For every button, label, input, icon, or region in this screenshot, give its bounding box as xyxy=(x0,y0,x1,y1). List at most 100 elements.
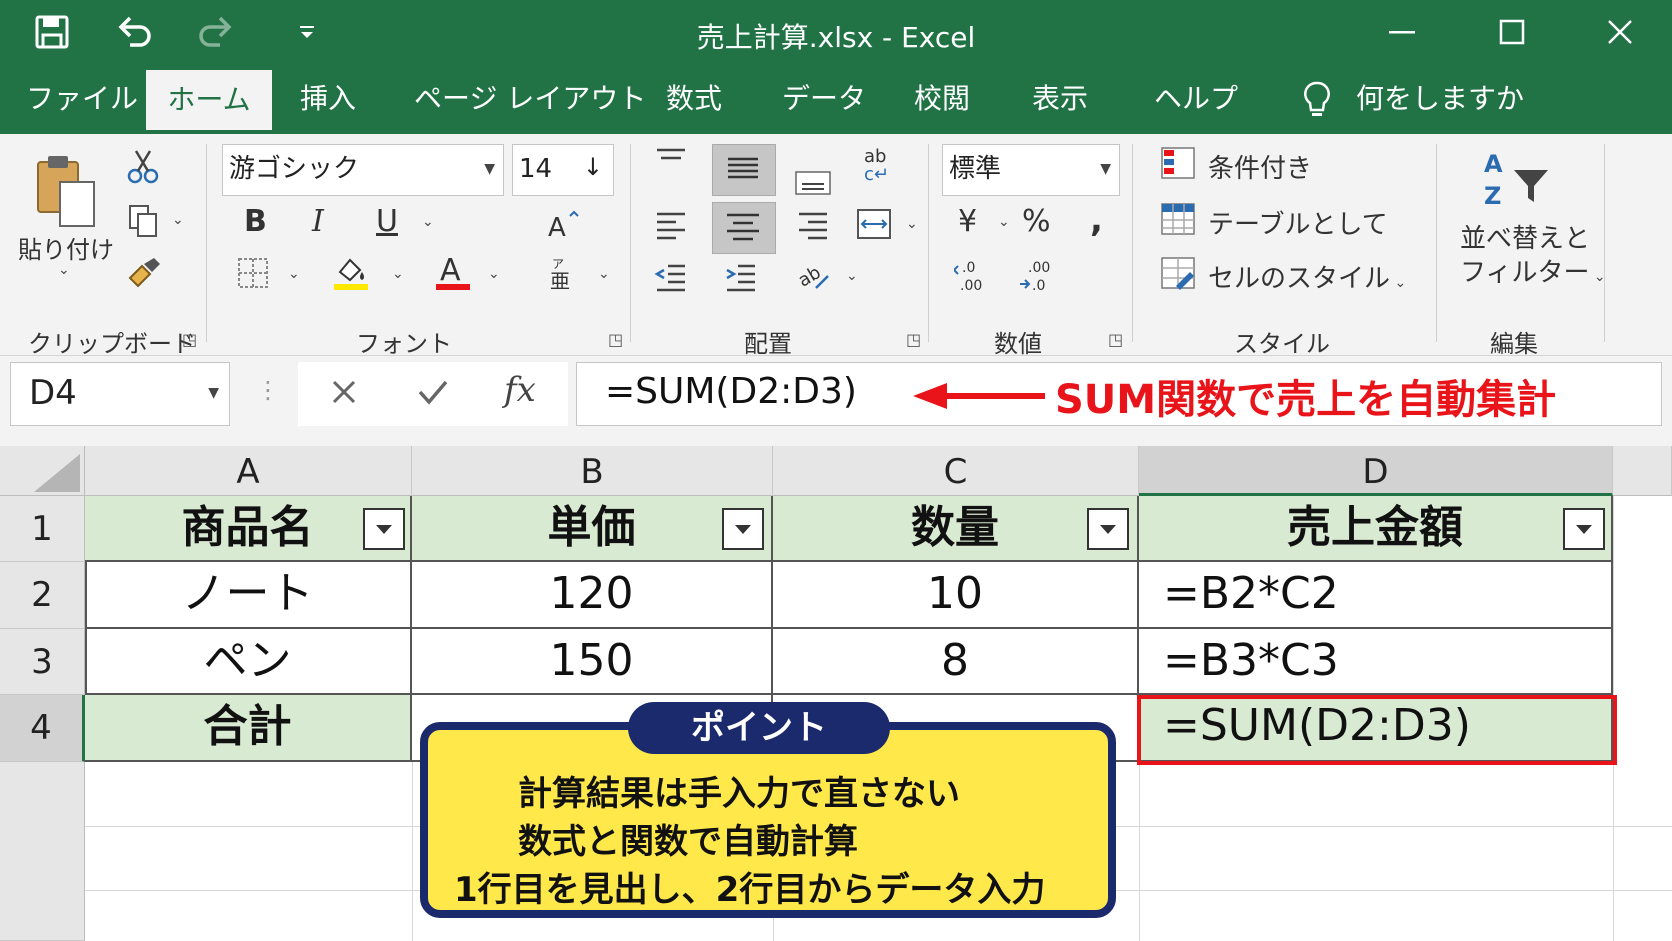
tab-review[interactable]: 校閲 xyxy=(914,64,970,134)
fill-color-icon[interactable] xyxy=(332,254,370,296)
header-cell-price[interactable]: 単価 xyxy=(412,496,773,562)
conditional-formatting-button[interactable]: 条件付き xyxy=(1208,148,1312,185)
header-cell-quantity[interactable]: 数量 xyxy=(773,496,1139,562)
header-cell-product[interactable]: 商品名 xyxy=(85,496,412,562)
name-box[interactable]: D4 ▼ xyxy=(10,362,230,426)
row-header-4[interactable]: 4 xyxy=(0,695,85,762)
insert-function-icon[interactable]: fx xyxy=(504,370,536,410)
tab-data[interactable]: データ xyxy=(782,64,866,134)
row-header-2[interactable]: 2 xyxy=(0,562,85,629)
font-size-dropdown[interactable]: 14 ↓ xyxy=(512,144,614,196)
tab-file[interactable]: ファイル xyxy=(26,64,138,134)
sort-filter-label-1[interactable]: 並べ替えと xyxy=(1460,218,1590,255)
italic-button[interactable]: I xyxy=(312,204,324,239)
row-header-1[interactable]: 1 xyxy=(0,496,85,562)
chevron-down-icon[interactable]: ⌄ xyxy=(488,266,500,282)
dialog-launcher-icon[interactable]: ◳ xyxy=(182,330,197,349)
cell-d3[interactable]: =B3*C3 xyxy=(1139,629,1613,695)
cell-a4[interactable]: 合計 xyxy=(85,695,412,762)
chevron-down-icon[interactable]: ⌄ xyxy=(422,214,434,230)
tab-insert[interactable]: 挿入 xyxy=(300,64,356,134)
column-header-e[interactable] xyxy=(1613,446,1672,496)
column-header-a[interactable]: A xyxy=(85,446,412,496)
column-header-c[interactable]: C xyxy=(773,446,1139,496)
row-header-3[interactable]: 3 xyxy=(0,629,85,695)
paste-icon[interactable] xyxy=(32,152,100,236)
borders-icon[interactable] xyxy=(236,256,270,294)
align-middle-button[interactable] xyxy=(712,144,776,196)
bold-button[interactable]: B xyxy=(244,204,267,239)
copy-icon[interactable] xyxy=(126,204,160,242)
column-header-b[interactable]: B xyxy=(412,446,773,496)
text-direction-icon[interactable]: ab xyxy=(795,258,832,298)
cell-b3[interactable]: 150 xyxy=(412,629,773,695)
cell-c2[interactable]: 10 xyxy=(773,562,1139,629)
conditional-formatting-icon[interactable] xyxy=(1160,146,1196,184)
format-painter-icon[interactable] xyxy=(126,256,162,294)
tell-me-search[interactable]: 何をしますか xyxy=(1356,64,1524,134)
align-left-icon[interactable] xyxy=(654,210,688,244)
close-icon[interactable] xyxy=(1598,10,1642,54)
chevron-down-icon[interactable]: ⌄ xyxy=(58,262,70,278)
cell-styles-icon[interactable] xyxy=(1160,256,1196,294)
currency-button[interactable]: ¥ xyxy=(958,204,977,239)
header-cell-sales[interactable]: 売上金額 xyxy=(1139,496,1613,562)
dialog-launcher-icon[interactable]: ◳ xyxy=(1108,330,1123,349)
align-center-button[interactable] xyxy=(712,202,776,254)
format-as-table-button[interactable]: テーブルとして xyxy=(1208,204,1388,241)
increase-indent-icon[interactable] xyxy=(724,262,758,296)
phonetic-guide-icon[interactable]: ア亜 xyxy=(548,254,578,294)
cancel-icon[interactable] xyxy=(328,376,360,412)
chevron-down-icon[interactable]: ⌄ xyxy=(998,214,1010,230)
chevron-down-icon[interactable]: ⌄ xyxy=(172,212,184,228)
tab-view[interactable]: 表示 xyxy=(1032,64,1088,134)
orientation-icon[interactable]: ab c↵ xyxy=(862,146,894,186)
tab-page-layout[interactable]: ページ レイアウト xyxy=(414,64,646,134)
minimize-icon[interactable] xyxy=(1380,10,1424,54)
dialog-launcher-icon[interactable]: ◳ xyxy=(906,330,921,349)
chevron-down-icon[interactable]: ⌄ xyxy=(906,216,918,232)
comma-button[interactable]: , xyxy=(1090,200,1103,240)
merge-center-icon[interactable] xyxy=(856,208,892,244)
tab-formulas[interactable]: 数式 xyxy=(666,64,722,134)
lightbulb-icon[interactable] xyxy=(1302,80,1332,124)
cell-d2[interactable]: =B2*C2 xyxy=(1139,562,1613,629)
formula-bar-resize-handle[interactable]: ⋮ xyxy=(256,376,280,404)
font-name-dropdown[interactable]: 游ゴシック ▼ xyxy=(222,144,504,196)
chevron-down-icon[interactable]: ⌄ xyxy=(846,268,858,284)
format-as-table-icon[interactable] xyxy=(1160,202,1196,240)
chevron-down-icon[interactable]: ⌄ xyxy=(598,266,610,282)
cell-a3[interactable]: ペン xyxy=(85,629,412,695)
maximize-icon[interactable] xyxy=(1490,10,1534,54)
align-top-icon[interactable] xyxy=(654,146,688,180)
select-all-button[interactable] xyxy=(0,446,85,496)
sort-filter-button[interactable]: フィルター ⌄ xyxy=(1460,252,1606,289)
filter-dropdown-icon[interactable] xyxy=(722,508,764,550)
paste-label[interactable]: 貼り付け xyxy=(18,230,114,265)
decrease-indent-icon[interactable] xyxy=(654,262,688,296)
filter-dropdown-icon[interactable] xyxy=(363,508,405,550)
align-bottom-icon[interactable] xyxy=(794,170,832,200)
cell-a2[interactable]: ノート xyxy=(85,562,412,629)
decrease-decimal-icon[interactable]: .00.0 xyxy=(1018,256,1058,300)
tab-help[interactable]: ヘルプ xyxy=(1154,64,1238,134)
filter-dropdown-icon[interactable] xyxy=(1087,508,1129,550)
number-format-dropdown[interactable]: 標準 ▼ xyxy=(942,144,1120,196)
increase-decimal-icon[interactable]: .0.00 xyxy=(952,256,994,300)
increase-font-size-icon[interactable]: A xyxy=(548,210,580,244)
align-right-icon[interactable] xyxy=(796,210,830,244)
cell-c3[interactable]: 8 xyxy=(773,629,1139,695)
enter-check-icon[interactable] xyxy=(416,376,450,412)
column-header-d[interactable]: D xyxy=(1139,446,1613,496)
dialog-launcher-icon[interactable]: ◳ xyxy=(608,330,623,349)
filter-dropdown-icon[interactable] xyxy=(1563,508,1605,550)
font-color-icon[interactable]: A xyxy=(434,252,472,296)
sort-filter-icon[interactable]: AZ xyxy=(1482,148,1552,214)
cell-styles-button[interactable]: セルのスタイル ⌄ xyxy=(1208,258,1406,295)
tab-home[interactable]: ホーム xyxy=(146,70,272,134)
cell-b2[interactable]: 120 xyxy=(412,562,773,629)
underline-button[interactable]: U xyxy=(376,204,398,239)
chevron-down-icon[interactable]: ⌄ xyxy=(392,266,404,282)
cut-icon[interactable] xyxy=(126,148,160,188)
formula-input[interactable]: =SUM(D2:D3) SUM関数で売上を自動集計 xyxy=(576,362,1662,426)
